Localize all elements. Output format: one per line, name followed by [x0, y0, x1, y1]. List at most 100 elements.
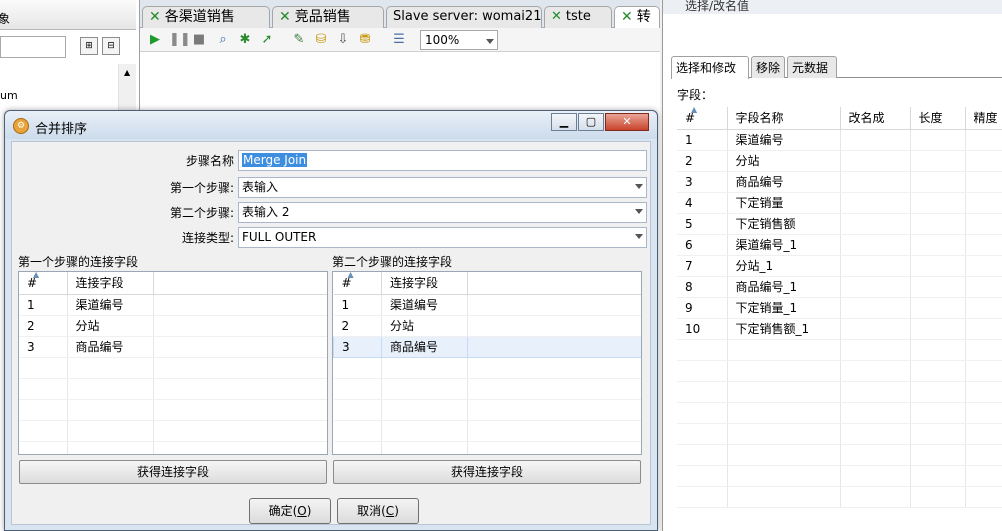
table-row[interactable]: 1 渠道编号 — [19, 294, 327, 316]
table-cell[interactable] — [677, 381, 728, 403]
table-cell[interactable] — [677, 423, 728, 445]
table-cell[interactable] — [727, 402, 841, 424]
table-cell[interactable] — [965, 171, 1002, 193]
table-cell[interactable] — [727, 360, 841, 382]
expand-all-icon[interactable]: ⊞ — [80, 37, 98, 55]
table-cell[interactable] — [677, 444, 728, 466]
row-number[interactable]: 1 — [19, 294, 68, 316]
row-number[interactable]: 3 — [333, 335, 382, 358]
join-type-select[interactable]: FULL OUTER — [238, 227, 647, 248]
table-cell[interactable] — [965, 192, 1002, 214]
table-cell[interactable] — [910, 402, 966, 424]
table-row[interactable] — [333, 399, 641, 421]
row-field-name[interactable]: 商品编号 — [381, 335, 468, 358]
row-field-name[interactable]: 渠道编号_1 — [727, 234, 841, 256]
table-cell[interactable] — [965, 318, 1002, 340]
table-cell[interactable] — [965, 423, 1002, 445]
row-number[interactable]: 4 — [677, 192, 728, 214]
table-row[interactable] — [19, 378, 327, 400]
table-cell[interactable] — [677, 486, 728, 508]
table-cell[interactable] — [153, 315, 327, 337]
tab-active-transform[interactable]: ✕ 转 — [614, 6, 660, 28]
table-cell[interactable] — [840, 255, 911, 277]
row-field-name[interactable]: 分站 — [727, 150, 841, 172]
row-field-name[interactable]: 下定销售额_1 — [727, 318, 841, 340]
table-cell[interactable] — [910, 381, 966, 403]
table-cell[interactable] — [677, 360, 728, 382]
table-cell[interactable] — [467, 315, 641, 337]
table-cell[interactable] — [965, 297, 1002, 319]
row-number[interactable]: 7 — [677, 255, 728, 277]
column-header[interactable]: 精度 — [965, 107, 1002, 130]
table-cell[interactable] — [467, 357, 641, 379]
ok-button[interactable]: 确定(O) — [249, 498, 331, 524]
column-header[interactable]: ▲ # — [19, 272, 68, 295]
row-field-name[interactable]: 商品编号 — [727, 171, 841, 193]
table-cell[interactable] — [19, 399, 68, 421]
table-cell[interactable] — [19, 441, 68, 454]
table-cell[interactable] — [467, 441, 641, 454]
table-cell[interactable] — [840, 486, 911, 508]
table-row[interactable]: 6 渠道编号_1 — [677, 234, 1002, 256]
column-header[interactable]: 连接字段 — [67, 272, 154, 295]
table-cell[interactable] — [910, 444, 966, 466]
table-row[interactable] — [19, 420, 327, 442]
table-row[interactable]: 2 分站 — [333, 315, 641, 337]
table-row[interactable]: 8 商品编号_1 — [677, 276, 1002, 298]
row-field-name[interactable]: 下定销量 — [727, 192, 841, 214]
table-row[interactable]: 10 下定销售额_1 — [677, 318, 1002, 340]
table-cell[interactable] — [153, 357, 327, 379]
table-row[interactable] — [333, 420, 641, 442]
row-field-name[interactable]: 分站 — [67, 315, 154, 337]
table-cell[interactable] — [840, 234, 911, 256]
table-row[interactable]: 1 渠道编号 — [333, 294, 641, 316]
stop-icon[interactable]: ■ — [191, 32, 207, 48]
table-row[interactable]: 3 商品编号 — [677, 171, 1002, 193]
table-cell[interactable] — [67, 441, 154, 454]
pause-icon[interactable]: ❚❚ — [169, 32, 191, 48]
row-field-name[interactable]: 渠道编号 — [381, 294, 468, 316]
impact-icon[interactable]: ⛁ — [313, 32, 329, 48]
table-cell[interactable] — [965, 276, 1002, 298]
column-header[interactable]: 改名成 — [840, 107, 911, 130]
table-cell[interactable] — [965, 129, 1002, 151]
column-header[interactable]: 字段名称 — [727, 107, 841, 130]
row-number[interactable]: 1 — [333, 294, 382, 316]
zoom-select[interactable]: 100% — [420, 30, 498, 50]
row-field-name[interactable]: 商品编号 — [67, 336, 154, 358]
table-cell[interactable] — [840, 360, 911, 382]
second-step-select[interactable]: 表输入 2 — [238, 202, 647, 223]
row-number[interactable]: 8 — [677, 276, 728, 298]
table-cell[interactable] — [333, 378, 382, 400]
table-cell[interactable] — [467, 420, 641, 442]
table-cell[interactable] — [467, 294, 641, 316]
table-cell[interactable] — [910, 276, 966, 298]
table-cell[interactable] — [67, 399, 154, 421]
table-cell[interactable] — [840, 423, 911, 445]
row-field-name[interactable]: 分站_1 — [727, 255, 841, 277]
scroll-up-icon[interactable]: ▲ — [124, 68, 130, 77]
table-cell[interactable] — [910, 297, 966, 319]
table-cell[interactable] — [965, 444, 1002, 466]
table-cell[interactable] — [381, 441, 468, 454]
column-header[interactable]: ▲ # — [677, 105, 728, 130]
table-cell[interactable] — [910, 192, 966, 214]
row-field-name[interactable]: 分站 — [381, 315, 468, 337]
table-cell[interactable] — [727, 423, 841, 445]
table-cell[interactable] — [910, 150, 966, 172]
table-row[interactable]: 2 分站 — [19, 315, 327, 337]
table-row[interactable] — [677, 339, 1002, 361]
table-cell[interactable] — [910, 465, 966, 487]
get-second-keys-button[interactable]: 获得连接字段 — [333, 460, 641, 484]
row-field-name[interactable]: 商品编号_1 — [727, 276, 841, 298]
table-cell[interactable] — [965, 339, 1002, 361]
row-number[interactable]: 3 — [677, 171, 728, 193]
table-cell[interactable] — [840, 402, 911, 424]
replay-icon[interactable]: ➚ — [259, 32, 275, 48]
table-row[interactable]: 7 分站_1 — [677, 255, 1002, 277]
table-cell[interactable] — [467, 378, 641, 400]
table-row[interactable] — [677, 444, 1002, 466]
table-cell[interactable] — [910, 234, 966, 256]
table-row[interactable]: 9 下定销量_1 — [677, 297, 1002, 319]
tab-remove[interactable]: 移除 — [751, 56, 785, 78]
